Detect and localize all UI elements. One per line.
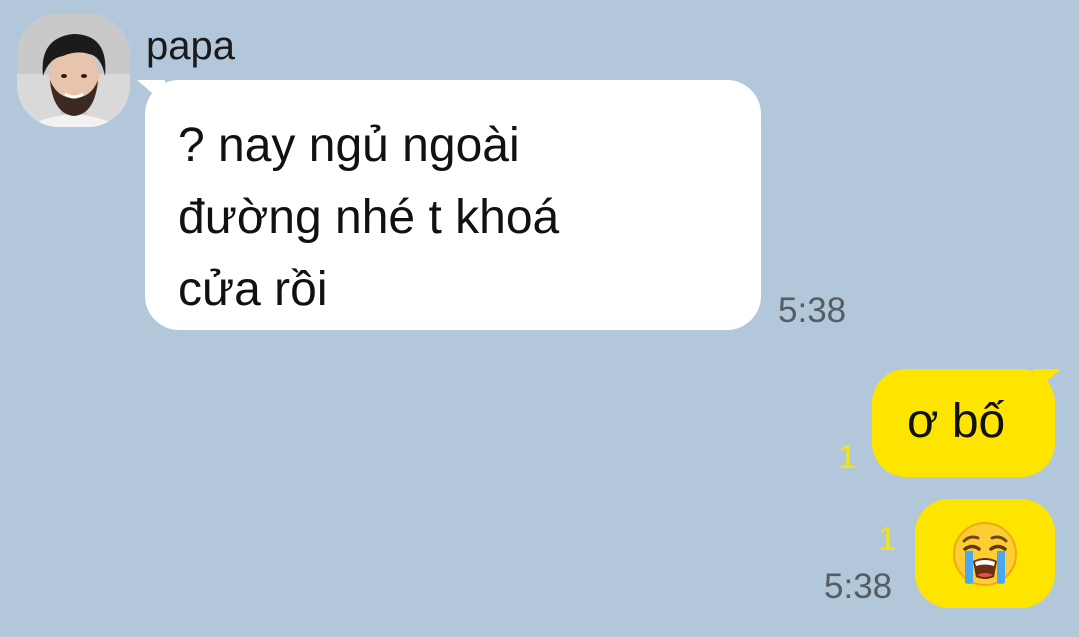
outgoing-message-bubble[interactable]: ơ bố bbox=[872, 369, 1061, 477]
incoming-message-bubble[interactable]: ? nay ngủ ngoài đường nhé t khoá cửa rồi bbox=[137, 80, 761, 330]
profile-photo-icon bbox=[17, 14, 130, 127]
outgoing-emoji-bubble[interactable] bbox=[915, 499, 1055, 608]
avatar[interactable] bbox=[17, 14, 130, 127]
incoming-message-time: 5:38 bbox=[778, 291, 847, 330]
unread-count: 1 bbox=[838, 438, 857, 475]
incoming-message-text: ? nay ngủ ngoài đường nhé t khoá cửa rồi bbox=[178, 119, 560, 316]
chat-room: papa ? nay ngủ ngoài đường nhé t khoá cử… bbox=[0, 0, 1079, 637]
loudly-crying-face-icon bbox=[953, 522, 1017, 586]
sender-name: papa bbox=[146, 24, 235, 68]
unread-count: 1 bbox=[878, 520, 897, 557]
outgoing-message-text: ơ bố bbox=[907, 395, 1006, 448]
outgoing-message-time: 5:38 bbox=[824, 567, 893, 606]
